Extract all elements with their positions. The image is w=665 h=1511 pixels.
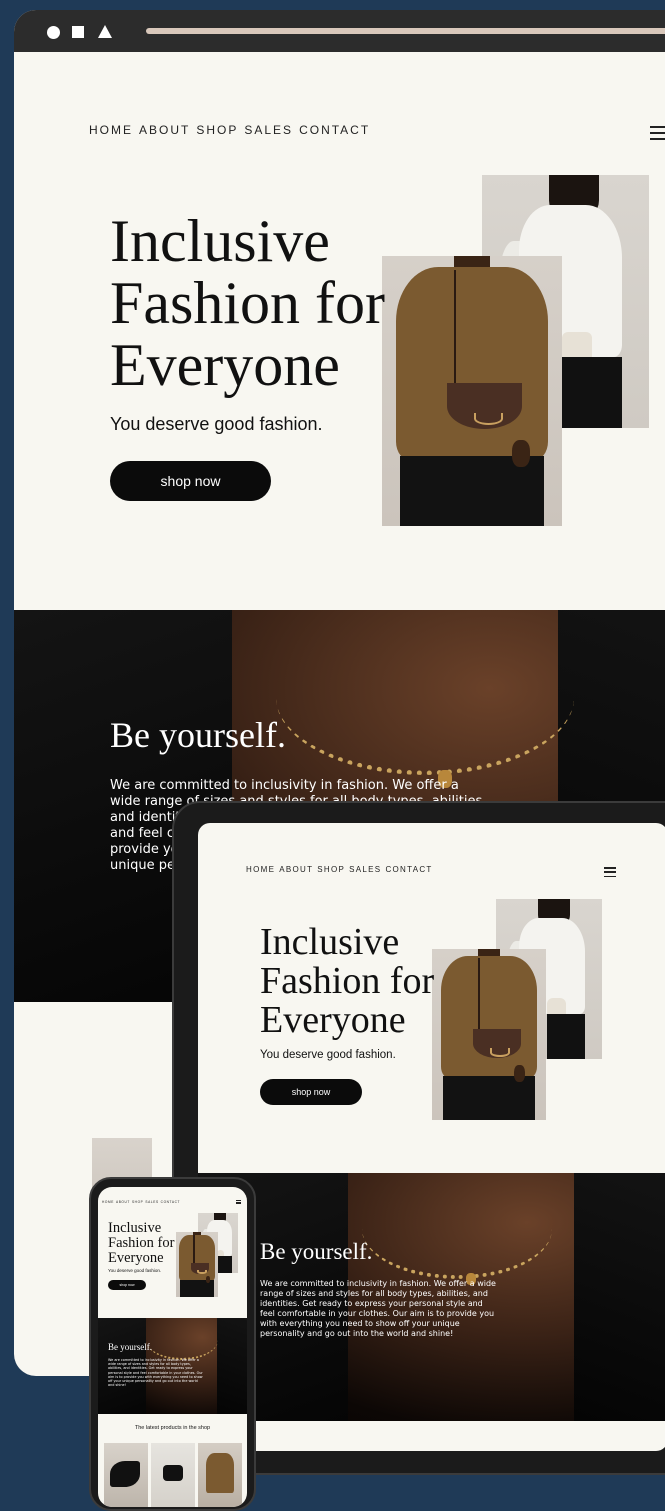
nav-home[interactable]: HOME <box>246 865 275 874</box>
banner-title: Be yourself. <box>108 1342 152 1352</box>
nav-about[interactable]: ABOUT <box>139 123 190 137</box>
circle-icon[interactable] <box>47 26 60 39</box>
nav-contact[interactable]: CONTACT <box>299 123 370 137</box>
triangle-icon[interactable] <box>98 25 112 38</box>
hero-title-line-3: Everyone <box>108 1250 164 1266</box>
hero-title-line-1: Inclusive <box>260 921 400 963</box>
product-card[interactable] <box>151 1443 195 1507</box>
nav-home[interactable]: HOME <box>102 1200 114 1204</box>
tablet-nav: HOME ABOUT SHOP SALES CONTACT <box>246 865 433 874</box>
hero-subtitle: You deserve good fashion. <box>260 1049 396 1061</box>
product-card[interactable] <box>198 1443 242 1507</box>
hero-photo-front <box>432 949 546 1120</box>
shop-now-button[interactable]: shop now <box>260 1079 362 1105</box>
browser-title-bar <box>14 10 665 52</box>
desktop-nav: HOME ABOUT SHOP SALES CONTACT <box>89 123 370 137</box>
nav-about[interactable]: ABOUT <box>116 1200 130 1204</box>
banner-title: Be yourself. <box>260 1239 373 1264</box>
hero-title: Inclusive Fashion for Everyone <box>260 923 434 1040</box>
shop-now-button[interactable]: shop now <box>108 1280 146 1290</box>
banner-text: We are committed to inclusivity in fashi… <box>260 1279 496 1338</box>
phone-nav: HOME ABOUT SHOP SALES CONTACT <box>102 1200 180 1204</box>
hamburger-menu-icon[interactable] <box>650 126 665 140</box>
nav-contact[interactable]: CONTACT <box>161 1200 180 1204</box>
hero-photo-front <box>176 1232 218 1297</box>
hero-title-line-2: Fashion for <box>108 1235 175 1251</box>
nav-sales[interactable]: SALES <box>145 1200 158 1204</box>
hero-title-line-1: Inclusive <box>108 1220 162 1236</box>
hamburger-menu-icon[interactable] <box>236 1200 241 1204</box>
banner-title: Be yourself. <box>110 715 286 755</box>
hero-photo-front <box>382 256 562 526</box>
hero-title-line-3: Everyone <box>260 999 406 1041</box>
nav-shop[interactable]: SHOP <box>132 1200 143 1204</box>
hero-title-line-2: Fashion for <box>260 960 435 1002</box>
tablet-screen: HOME ABOUT SHOP SALES CONTACT Inclusive … <box>198 823 665 1451</box>
hero-title: Inclusive Fashion for Everyone <box>108 1221 174 1266</box>
be-yourself-banner: Be yourself. We are committed to inclusi… <box>98 1318 247 1414</box>
hero-title-line-1: Inclusive <box>110 208 330 274</box>
square-icon[interactable] <box>72 26 84 38</box>
hero-subtitle: You deserve good fashion. <box>108 1268 162 1273</box>
nav-sales[interactable]: SALES <box>244 123 293 137</box>
phone-device: HOME ABOUT SHOP SALES CONTACT Inclusive … <box>89 1177 256 1511</box>
hero-title-line-3: Everyone <box>110 332 340 398</box>
hero-subtitle: You deserve good fashion. <box>110 414 323 434</box>
nav-sales[interactable]: SALES <box>349 865 381 874</box>
product-card[interactable] <box>104 1443 148 1507</box>
nav-contact[interactable]: CONTACT <box>385 865 432 874</box>
banner-text: We are committed to inclusivity in fashi… <box>108 1358 203 1388</box>
address-bar[interactable] <box>146 28 665 34</box>
phone-screen: HOME ABOUT SHOP SALES CONTACT Inclusive … <box>98 1187 247 1507</box>
shop-now-button[interactable]: shop now <box>110 461 271 501</box>
nav-shop[interactable]: SHOP <box>196 123 238 137</box>
hamburger-menu-icon[interactable] <box>604 867 616 877</box>
hero-title: Inclusive Fashion for Everyone <box>110 210 385 396</box>
nav-about[interactable]: ABOUT <box>279 865 313 874</box>
be-yourself-banner: Be yourself. We are committed to inclusi… <box>198 1173 665 1421</box>
nav-shop[interactable]: SHOP <box>317 865 345 874</box>
nav-home[interactable]: HOME <box>89 123 133 137</box>
products-heading: The latest products in the shop <box>134 1425 211 1431</box>
hero-title-line-2: Fashion for <box>110 270 385 336</box>
